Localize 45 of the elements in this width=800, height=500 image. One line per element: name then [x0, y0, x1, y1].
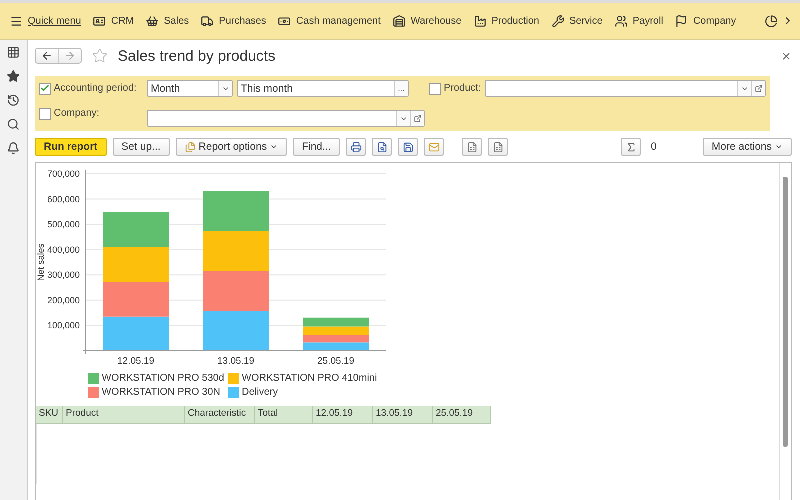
menu-item[interactable]: Cash management [274, 14, 385, 28]
axis-label: 500,000 [47, 220, 80, 230]
report-options-button[interactable]: Report options [176, 138, 288, 156]
checkbox-label[interactable]: Company: [39, 108, 143, 120]
menu-item[interactable]: Purchases [197, 14, 270, 28]
period-field[interactable]: This month ... [237, 80, 409, 97]
menu-item[interactable]: Company [671, 14, 740, 28]
axis-label: 200,000 [47, 295, 80, 306]
axis-label: 300,000 [47, 270, 80, 280]
checkbox-label[interactable]: Product: [429, 82, 482, 94]
column-header[interactable]: SKU [36, 406, 63, 424]
menu-item[interactable]: CRM [89, 14, 138, 28]
column-header[interactable]: Characteristic [185, 406, 255, 424]
menu-item[interactable]: Warehouse [388, 14, 466, 28]
axis-label: 100,000 [47, 320, 80, 331]
more-actions-button[interactable]: More actions [702, 138, 792, 156]
axis-title: Net sales [36, 244, 46, 282]
axis-label: 12.05.19 [118, 356, 154, 367]
menu-item[interactable]: Production [470, 14, 544, 28]
window-title: Sales trend by products [118, 48, 277, 64]
menu-item[interactable]: Service [548, 14, 607, 28]
checkbox-label[interactable]: Accounting period: [39, 82, 143, 94]
menu-item[interactable]: Sales [142, 14, 194, 28]
axis-label: 400,000 [47, 244, 80, 255]
legend-label: Delivery [242, 387, 278, 398]
run-report-button[interactable]: Run report [35, 138, 107, 156]
column-header[interactable]: 13.05.19 [373, 406, 433, 424]
column-header[interactable]: Total [255, 406, 313, 424]
choose-button[interactable]: ... [394, 81, 408, 96]
axis-label: 13.05.19 [218, 356, 254, 367]
column-header[interactable]: Product [63, 406, 185, 424]
setup-button[interactable]: Set up... [112, 138, 170, 156]
column-header[interactable]: 25.05.19 [433, 406, 491, 424]
menu-item[interactable]: Payroll [610, 14, 668, 28]
period-type-field[interactable]: Month [147, 80, 233, 97]
axis-label: 700,000 [47, 169, 80, 179]
menu-item[interactable]: Quick menu [6, 14, 86, 28]
sum-value: 0 [651, 141, 657, 153]
axis-label: 600,000 [47, 194, 80, 204]
column-header[interactable]: 12.05.19 [313, 406, 373, 424]
axis-label: 25.05.19 [318, 356, 354, 367]
legend-label: WORKSTATION PRO 410mini [242, 373, 378, 384]
legend-label: WORKSTATION PRO 30N [102, 387, 221, 398]
find-button[interactable]: Find... [293, 138, 340, 156]
legend-label: WORKSTATION PRO 530d [102, 373, 224, 384]
